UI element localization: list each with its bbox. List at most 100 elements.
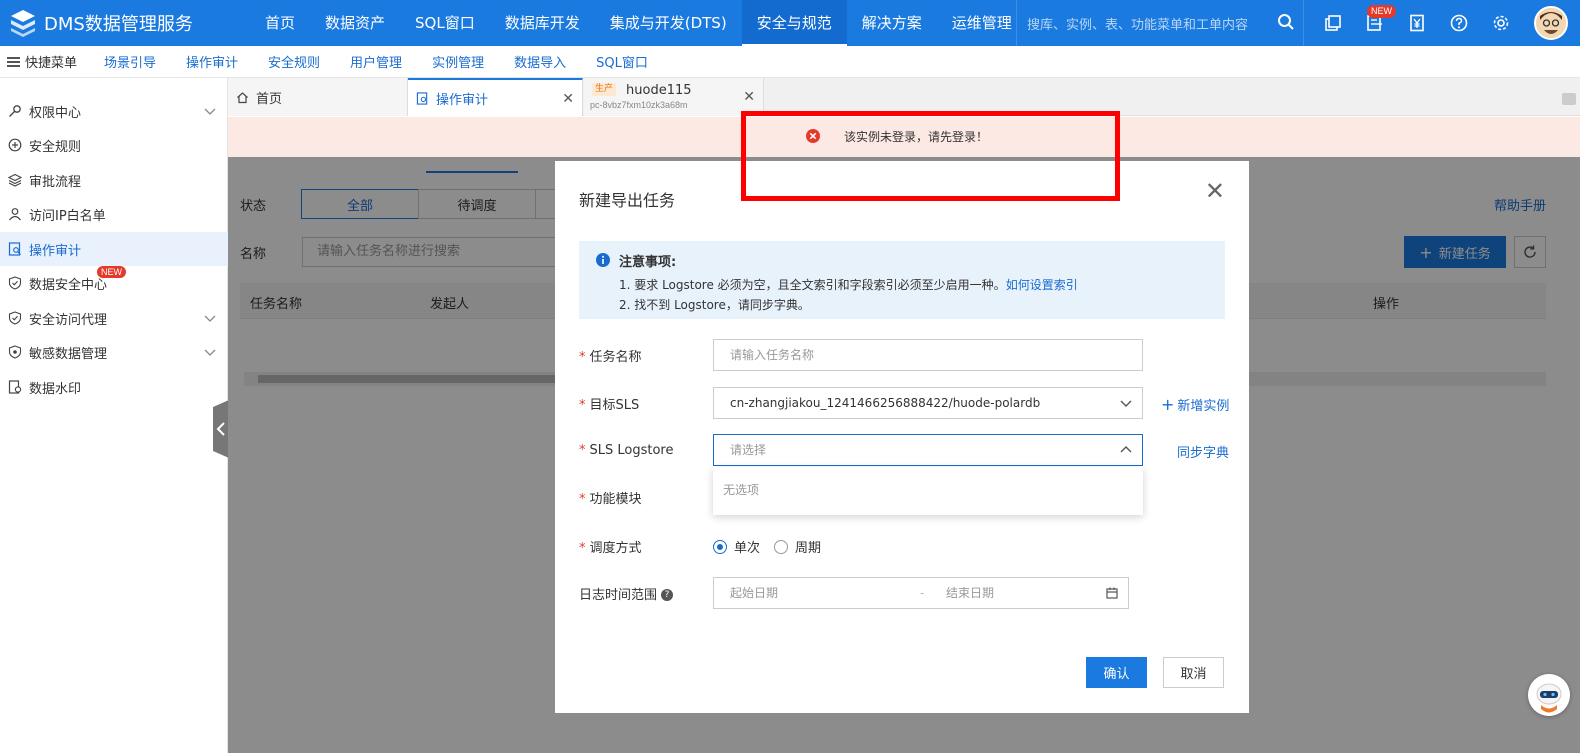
quick-link-sql-window[interactable]: SQL窗口 (596, 52, 648, 71)
close-icon[interactable]: ✕ (743, 89, 755, 105)
topnav-solutions[interactable]: 解决方案 (847, 0, 937, 46)
chevron-down-icon (204, 349, 216, 356)
help-icon[interactable]: ? (661, 589, 674, 601)
settings-icon-button[interactable] (1480, 0, 1522, 46)
close-icon[interactable]: ✕ (1205, 179, 1225, 203)
billing-icon-button[interactable] (1396, 0, 1438, 46)
workorder-icon-button[interactable]: NEW (1354, 0, 1396, 46)
quick-link-data-import[interactable]: 数据导入 (514, 52, 566, 71)
calendar-icon (1106, 587, 1118, 599)
topnav-db-dev[interactable]: 数据库开发 (490, 0, 595, 46)
quick-menu-toggle[interactable]: 快捷菜单 (0, 52, 104, 71)
app-logo[interactable]: DMS数据管理服务 (0, 8, 250, 38)
how-to-set-index-link[interactable]: 如何设置索引 (1006, 278, 1078, 292)
schedule-label-text: 调度方式 (589, 541, 642, 556)
notice-title: 注意事项: (619, 255, 677, 270)
add-instance-link[interactable]: + 新增实例 (1161, 395, 1229, 414)
top-toolbar: NEW (1312, 0, 1522, 46)
gear-icon (1493, 15, 1509, 31)
shield-check-icon (8, 276, 22, 290)
start-date-input[interactable]: 起始日期 (730, 578, 920, 608)
yuan-bill-icon (1410, 14, 1424, 32)
help-icon-button[interactable] (1438, 0, 1480, 46)
topnav-sql-window[interactable]: SQL窗口 (400, 0, 490, 46)
sidebar-item-ip-whitelist[interactable]: 访问IP白名单 (0, 197, 228, 231)
quick-link-audit[interactable]: 操作审计 (186, 52, 238, 71)
logstore-label-text: SLS Logstore (589, 442, 674, 458)
tab-audit[interactable]: 操作审计 ✕ (408, 78, 583, 116)
schedule-once-radio[interactable]: 单次 (713, 537, 760, 556)
sidebar-item-approval[interactable]: 审批流程 (0, 163, 228, 197)
global-search[interactable]: 搜库、实例、表、功能菜单和工单内容 (1016, 0, 1304, 46)
quick-menu-label: 快捷菜单 (25, 56, 78, 71)
logstore-select[interactable]: 请选择 (713, 434, 1143, 466)
required-mark: * (579, 349, 586, 365)
database-stack-icon (1325, 15, 1341, 31)
global-search-placeholder: 搜库、实例、表、功能菜单和工单内容 (1027, 17, 1249, 33)
tab-home[interactable]: 首页 (228, 78, 408, 116)
sidebar-item-label: 权限中心 (29, 105, 82, 121)
quick-link-users[interactable]: 用户管理 (350, 52, 402, 71)
target-sls-select[interactable]: cn-zhangjiakou_1241466256888422/huode-po… (713, 387, 1143, 419)
robot-assistant-icon (1528, 674, 1570, 716)
sidebar-item-audit[interactable]: 操作审计 (0, 232, 228, 266)
module-row: * 功能模块 (579, 488, 713, 507)
sidebar-item-permissions[interactable]: 权限中心 (0, 94, 228, 128)
topnav-ops[interactable]: 运维管理 (937, 0, 1027, 46)
sidebar-item-sensitive-data[interactable]: 敏感数据管理 (0, 335, 228, 369)
tabs-menu-button[interactable] (1562, 93, 1576, 105)
shield-check-icon (8, 311, 22, 325)
sidebar-item-label: 数据水印 (29, 381, 82, 397)
home-icon (237, 91, 248, 103)
quick-link-security-rules[interactable]: 安全规则 (268, 52, 320, 71)
quick-link-scene-guide[interactable]: 场景引导 (104, 52, 156, 71)
tab-audit-label: 操作审计 (436, 92, 489, 108)
chevron-down-icon (1120, 400, 1132, 407)
logstore-row: * SLS Logstore 请选择 (579, 434, 1143, 466)
sidebar-item-watermark[interactable]: 数据水印 (0, 370, 228, 404)
sidebar-item-access-proxy[interactable]: 安全访问代理 (0, 301, 228, 335)
dialog-title: 新建导出任务 (579, 191, 676, 210)
quick-link-instances[interactable]: 实例管理 (432, 52, 484, 71)
chevron-left-icon (216, 422, 225, 436)
task-name-input[interactable]: 请输入任务名称 (713, 339, 1143, 371)
cancel-button[interactable]: 取消 (1163, 657, 1224, 688)
required-mark: * (579, 442, 586, 458)
topnav-home[interactable]: 首页 (250, 0, 310, 46)
instance-icon-button[interactable] (1312, 0, 1354, 46)
target-sls-row: * 目标SLS cn-zhangjiakou_1241466256888422/h… (579, 387, 1143, 419)
avatar-face-icon (1536, 8, 1566, 38)
chevron-up-icon (1120, 446, 1132, 453)
search-icon[interactable] (1277, 13, 1295, 31)
sidebar-item-security-rules[interactable]: 安全规则 (0, 128, 228, 162)
sidebar-item-data-security-center[interactable]: 数据安全中心 NEW (0, 266, 228, 300)
topnav-data-assets[interactable]: 数据资产 (310, 0, 400, 46)
sidebar-collapse-handle[interactable] (213, 400, 229, 458)
user-avatar[interactable] (1534, 6, 1568, 40)
tab-instance[interactable]: 生产 huode115 pc-8vbz7fxm10zk3a68m ✕ (584, 78, 764, 116)
schedule-periodic-radio[interactable]: 周期 (774, 537, 821, 556)
sidebar-item-label: 安全规则 (29, 139, 82, 155)
close-icon[interactable]: ✕ (562, 91, 574, 107)
dms-logo-icon (11, 10, 35, 37)
sync-dictionary-link[interactable]: 同步字典 (1177, 442, 1229, 461)
tab-instance-label: huode115 (626, 83, 692, 98)
log-range-label-text: 日志时间范围 (579, 587, 658, 603)
date-range-picker[interactable]: 起始日期 - 结束日期 (713, 577, 1129, 609)
required-mark: * (579, 541, 586, 556)
confirm-button[interactable]: 确认 (1086, 657, 1147, 688)
notice-line-1: 1. 要求 Logstore 必须为空，且全文索引和字段索引必须至少启用一种。如… (619, 275, 1225, 295)
end-date-input[interactable]: 结束日期 (946, 578, 994, 608)
sidebar-item-label: 访问IP白名单 (29, 208, 106, 224)
new-badge: NEW (1367, 5, 1396, 18)
assistant-bot[interactable] (1528, 674, 1570, 716)
topnav-security[interactable]: 安全与规范 (741, 0, 847, 46)
topnav-dts[interactable]: 集成与开发(DTS) (595, 0, 742, 46)
new-badge: NEW (97, 266, 126, 278)
target-sls-label-text: 目标SLS (589, 397, 640, 413)
sidebar-item-label: 操作审计 (29, 243, 82, 259)
plus-icon: + (1161, 395, 1175, 414)
user-icon (9, 208, 21, 221)
info-icon (596, 253, 610, 267)
radio-selected-icon (713, 539, 727, 554)
